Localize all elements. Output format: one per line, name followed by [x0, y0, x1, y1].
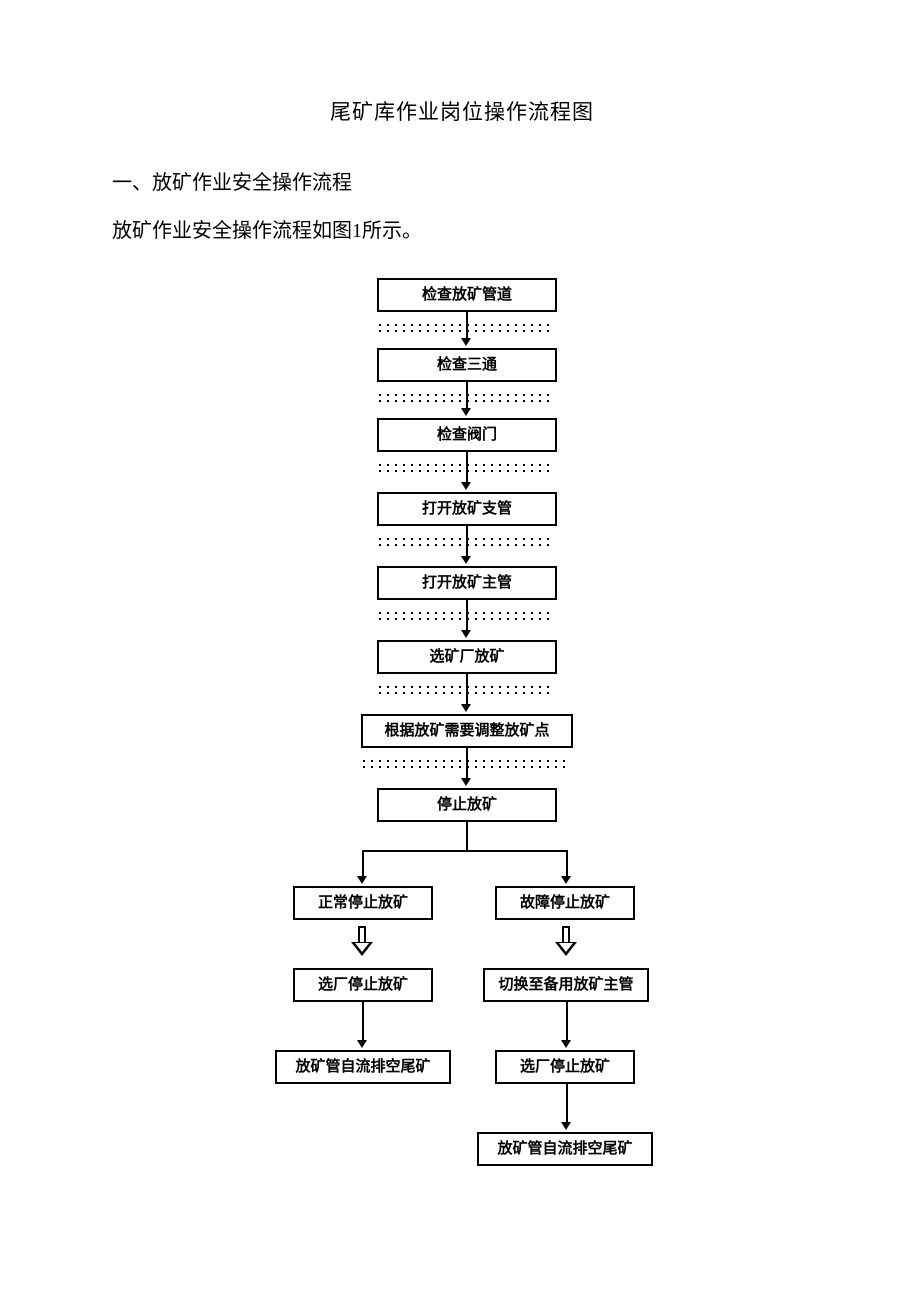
connector — [362, 850, 364, 878]
section-heading: 一、放矿作业安全操作流程 — [112, 164, 812, 202]
arrowhead-icon — [461, 778, 471, 786]
connector — [466, 748, 468, 780]
node-check-valve: 检查阀门 — [377, 418, 557, 452]
node-plant-stop-left: 选厂停止放矿 — [293, 968, 433, 1002]
node-drain-right: 放矿管自流排空尾矿 — [477, 1132, 653, 1166]
connector — [466, 526, 468, 558]
arrowhead-icon — [461, 338, 471, 346]
node-plant-discharge: 选矿厂放矿 — [377, 640, 557, 674]
arrowhead-icon — [461, 408, 471, 416]
node-drain-left: 放矿管自流排空尾矿 — [275, 1050, 451, 1084]
arrowhead-icon — [561, 876, 571, 884]
connector — [466, 822, 468, 850]
hollow-arrow-icon — [353, 926, 371, 960]
node-fault-stop: 故障停止放矿 — [495, 886, 635, 920]
connector — [566, 1002, 568, 1042]
connector — [362, 850, 568, 852]
arrowhead-icon — [357, 876, 367, 884]
node-stop-discharge: 停止放矿 — [377, 788, 557, 822]
arrowhead-icon — [461, 630, 471, 638]
page-title: 尾矿库作业岗位操作流程图 — [112, 96, 812, 126]
node-check-tee: 检查三通 — [377, 348, 557, 382]
node-plant-stop-right: 选厂停止放矿 — [495, 1050, 635, 1084]
node-normal-stop: 正常停止放矿 — [293, 886, 433, 920]
node-switch-backup: 切换至备用放矿主管 — [483, 968, 649, 1002]
connector — [362, 1002, 364, 1042]
node-open-branch: 打开放矿支管 — [377, 492, 557, 526]
intro-paragraph: 放矿作业安全操作流程如图1所示。 — [112, 212, 812, 250]
document-page: 尾矿库作业岗位操作流程图 一、放矿作业安全操作流程 放矿作业安全操作流程如图1所… — [0, 0, 920, 1302]
connector — [466, 382, 468, 410]
arrowhead-icon — [461, 704, 471, 712]
connector — [466, 674, 468, 706]
flowchart: 检查放矿管道 检查三通 检查阀门 打开放矿支管 打开放矿主管 选矿厂放矿 根据放… — [247, 278, 677, 1238]
node-check-pipeline: 检查放矿管道 — [377, 278, 557, 312]
node-adjust-point: 根据放矿需要调整放矿点 — [361, 714, 573, 748]
arrowhead-icon — [561, 1122, 571, 1130]
connector — [566, 850, 568, 878]
arrowhead-icon — [461, 482, 471, 490]
connector — [566, 1084, 568, 1124]
connector — [466, 600, 468, 632]
node-open-main: 打开放矿主管 — [377, 566, 557, 600]
connector — [466, 312, 468, 340]
connector — [466, 452, 468, 484]
arrowhead-icon — [461, 556, 471, 564]
arrowhead-icon — [561, 1040, 571, 1048]
flowchart-container: 检查放矿管道 检查三通 检查阀门 打开放矿支管 打开放矿主管 选矿厂放矿 根据放… — [112, 278, 812, 1238]
arrowhead-icon — [357, 1040, 367, 1048]
hollow-arrow-icon — [557, 926, 575, 960]
